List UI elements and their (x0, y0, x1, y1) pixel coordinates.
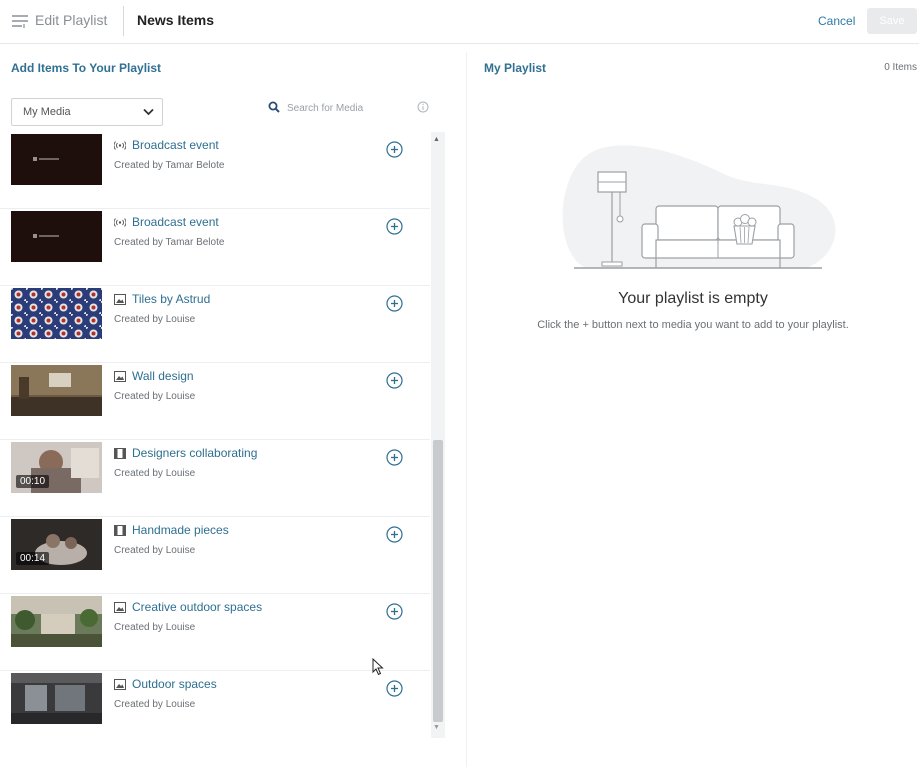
search-icon[interactable] (268, 101, 280, 113)
media-thumbnail[interactable] (11, 134, 102, 185)
media-title[interactable]: Broadcast event (132, 138, 219, 152)
media-title[interactable]: Outdoor spaces (132, 677, 217, 691)
media-title[interactable]: Creative outdoor spaces (132, 600, 262, 614)
scroll-down-arrow-icon[interactable]: ▼ (433, 724, 440, 731)
list-item: Broadcast event Created by Tamar Belote (0, 209, 430, 286)
playlist-editor: Edit Playlist News Items Cancel Save Add… (0, 0, 919, 767)
media-title[interactable]: Broadcast event (132, 215, 219, 229)
video-duration: 00:14 (16, 552, 50, 565)
media-creator: Created by Tamar Belote (114, 160, 225, 171)
video-icon (114, 525, 126, 536)
save-button[interactable]: Save (867, 8, 917, 34)
media-creator: Created by Louise (114, 545, 196, 556)
list-item: 00:14 Handmade pieces Created by Louise (0, 517, 430, 594)
add-plus-icon[interactable] (386, 449, 403, 466)
mouse-cursor-icon (372, 658, 384, 676)
header: Edit Playlist News Items Cancel Save (0, 0, 919, 44)
media-source-value: My Media (23, 106, 71, 118)
media-creator: Created by Louise (114, 699, 196, 710)
media-thumbnail[interactable]: 00:14 (11, 519, 102, 570)
media-thumbnail[interactable] (11, 211, 102, 262)
empty-state-title: Your playlist is empty (618, 290, 768, 307)
media-thumbnail[interactable] (11, 673, 102, 724)
media-title[interactable]: Handmade pieces (132, 523, 229, 537)
media-title[interactable]: Wall design (132, 369, 194, 383)
panel-divider (466, 52, 467, 767)
list-item: Wall design Created by Louise (0, 363, 430, 440)
add-plus-icon[interactable] (386, 680, 403, 697)
info-icon[interactable] (417, 101, 429, 113)
media-creator: Created by Louise (114, 622, 196, 633)
image-icon (114, 602, 126, 613)
broadcast-icon (114, 218, 126, 227)
list-item: Outdoor spaces Created by Louise (0, 671, 430, 740)
empty-state-description: Click the + button next to media you wan… (537, 319, 849, 331)
add-plus-icon[interactable] (386, 372, 403, 389)
add-plus-icon[interactable] (386, 603, 403, 620)
add-plus-icon[interactable] (386, 218, 403, 235)
add-items-heading: Add Items To Your Playlist (11, 61, 162, 75)
add-plus-icon[interactable] (386, 141, 403, 158)
image-icon (114, 679, 126, 690)
media-thumbnail[interactable] (11, 596, 102, 647)
scrollbar-thumb[interactable] (433, 440, 443, 722)
image-icon (114, 294, 126, 305)
media-source-select[interactable]: My Media (11, 98, 163, 126)
media-creator: Created by Louise (114, 391, 196, 402)
media-list: Broadcast event Created by Tamar Belote (0, 132, 430, 740)
media-creator: Created by Louise (114, 468, 196, 479)
empty-sofa-illustration (562, 145, 836, 269)
media-title[interactable]: Designers collaborating (132, 446, 257, 460)
scroll-up-arrow-icon[interactable]: ▲ (433, 136, 440, 143)
video-icon (114, 448, 126, 459)
list-item: Tiles by Astrud Created by Louise (0, 286, 430, 363)
list-item: Broadcast event Created by Tamar Belote (0, 132, 430, 209)
menu-lines-icon[interactable] (12, 14, 28, 28)
media-thumbnail[interactable] (11, 288, 102, 339)
search-input[interactable] (287, 100, 397, 116)
media-thumbnail[interactable]: 00:10 (11, 442, 102, 493)
list-item: Creative outdoor spaces Created by Louis… (0, 594, 430, 671)
add-plus-icon[interactable] (386, 526, 403, 543)
broadcast-icon (114, 141, 126, 150)
video-duration: 00:10 (16, 475, 50, 488)
media-thumbnail[interactable] (11, 365, 102, 416)
media-title[interactable]: Tiles by Astrud (132, 292, 210, 306)
playlist-item-count: 0 Items (884, 62, 917, 73)
chevron-down-icon (143, 108, 154, 116)
media-creator: Created by Louise (114, 314, 196, 325)
page-title: News Items (137, 12, 215, 28)
add-plus-icon[interactable] (386, 295, 403, 312)
my-playlist-heading: My Playlist (484, 61, 547, 75)
header-divider (123, 6, 124, 36)
cancel-button[interactable]: Cancel (818, 14, 855, 28)
media-creator: Created by Tamar Belote (114, 237, 225, 248)
list-item: 00:10 Designers collaborating Created by… (0, 440, 430, 517)
image-icon (114, 371, 126, 382)
edit-playlist-link[interactable]: Edit Playlist (35, 12, 107, 28)
